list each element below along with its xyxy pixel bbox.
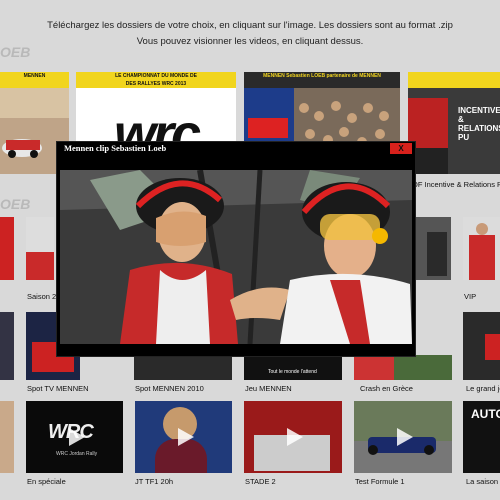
video-caption: STADE 2: [245, 477, 276, 486]
banner-strip: MENNEN Sebastien LOEB partenaire de MENN…: [244, 72, 400, 88]
thumb-overlay-text: Tout le monde l'attend: [268, 369, 317, 375]
play-icon: [287, 428, 303, 446]
video-caption: Le grand jo: [466, 384, 500, 393]
intro-text: Téléchargez les dossiers de votre choix,…: [0, 18, 500, 50]
video-caption: Spot MENNEN 2010: [135, 384, 204, 393]
video-thumb[interactable]: [463, 217, 500, 280]
video-thumb-stade2[interactable]: [244, 401, 342, 473]
modal-title: Mennen clip Sebastien Loeb: [64, 143, 167, 153]
video-player[interactable]: [60, 170, 412, 344]
video-caption: Crash en Grèce: [360, 384, 413, 393]
watermark: OEB: [0, 196, 31, 212]
incentive-text: INCENTIVE & RELATIONS PU: [458, 106, 500, 142]
watermark: OEB: [0, 44, 31, 60]
video-caption: En spéciale: [27, 477, 66, 486]
intro-line-2: Vous pouvez visionner les videos, en cli…: [136, 36, 364, 47]
video-thumb-jt[interactable]: [135, 401, 232, 473]
video-thumb[interactable]: [134, 355, 232, 380]
banner-strip: MENNEN: [0, 72, 69, 88]
banner-incentive[interactable]: INCENTIVE & RELATIONS PU: [408, 72, 500, 174]
close-button[interactable]: X: [390, 143, 412, 154]
video-caption: VIP: [464, 292, 477, 301]
video-caption: Spot TV MENNEN: [27, 384, 89, 393]
play-icon: [68, 428, 85, 446]
video-thumb[interactable]: [26, 217, 54, 280]
video-thumb[interactable]: Tout le monde l'attend: [244, 355, 342, 380]
banner-strip: LE CHAMPIONNAT DU MONDE DE DES RALLYES W…: [76, 72, 236, 88]
banner-strip: [408, 72, 500, 88]
video-thumb-auto[interactable]: AUTO: [463, 401, 500, 473]
banner-caption: OF Incentive & Relations P: [412, 180, 500, 189]
video-caption: La saison 2: [466, 477, 500, 486]
video-thumb[interactable]: [0, 312, 14, 380]
video-frame: [60, 170, 412, 344]
intro-line-1: Téléchargez les dossiers de votre choix,…: [47, 20, 453, 31]
video-caption: Jeu MENNEN: [245, 384, 292, 393]
video-thumb[interactable]: [415, 217, 451, 280]
video-caption: Test Formule 1: [355, 477, 405, 486]
play-icon: [397, 428, 413, 446]
modal-header: Mennen clip Sebastien Loeb X: [57, 142, 415, 155]
video-thumb[interactable]: [354, 355, 452, 380]
video-thumb[interactable]: [0, 401, 14, 473]
video-thumb-f1[interactable]: [354, 401, 452, 473]
video-thumb-wrc[interactable]: WRC WRC Jordan Rally: [26, 401, 123, 473]
auto-text: AUTO: [471, 407, 500, 421]
video-modal: Mennen clip Sebastien Loeb X: [56, 141, 416, 357]
video-thumb[interactable]: [463, 312, 500, 380]
video-caption: JT TF1 20h: [135, 477, 174, 486]
play-icon: [177, 428, 194, 446]
wrc-thumb-sub: WRC Jordan Rally: [56, 451, 98, 457]
video-thumb[interactable]: [0, 217, 14, 280]
